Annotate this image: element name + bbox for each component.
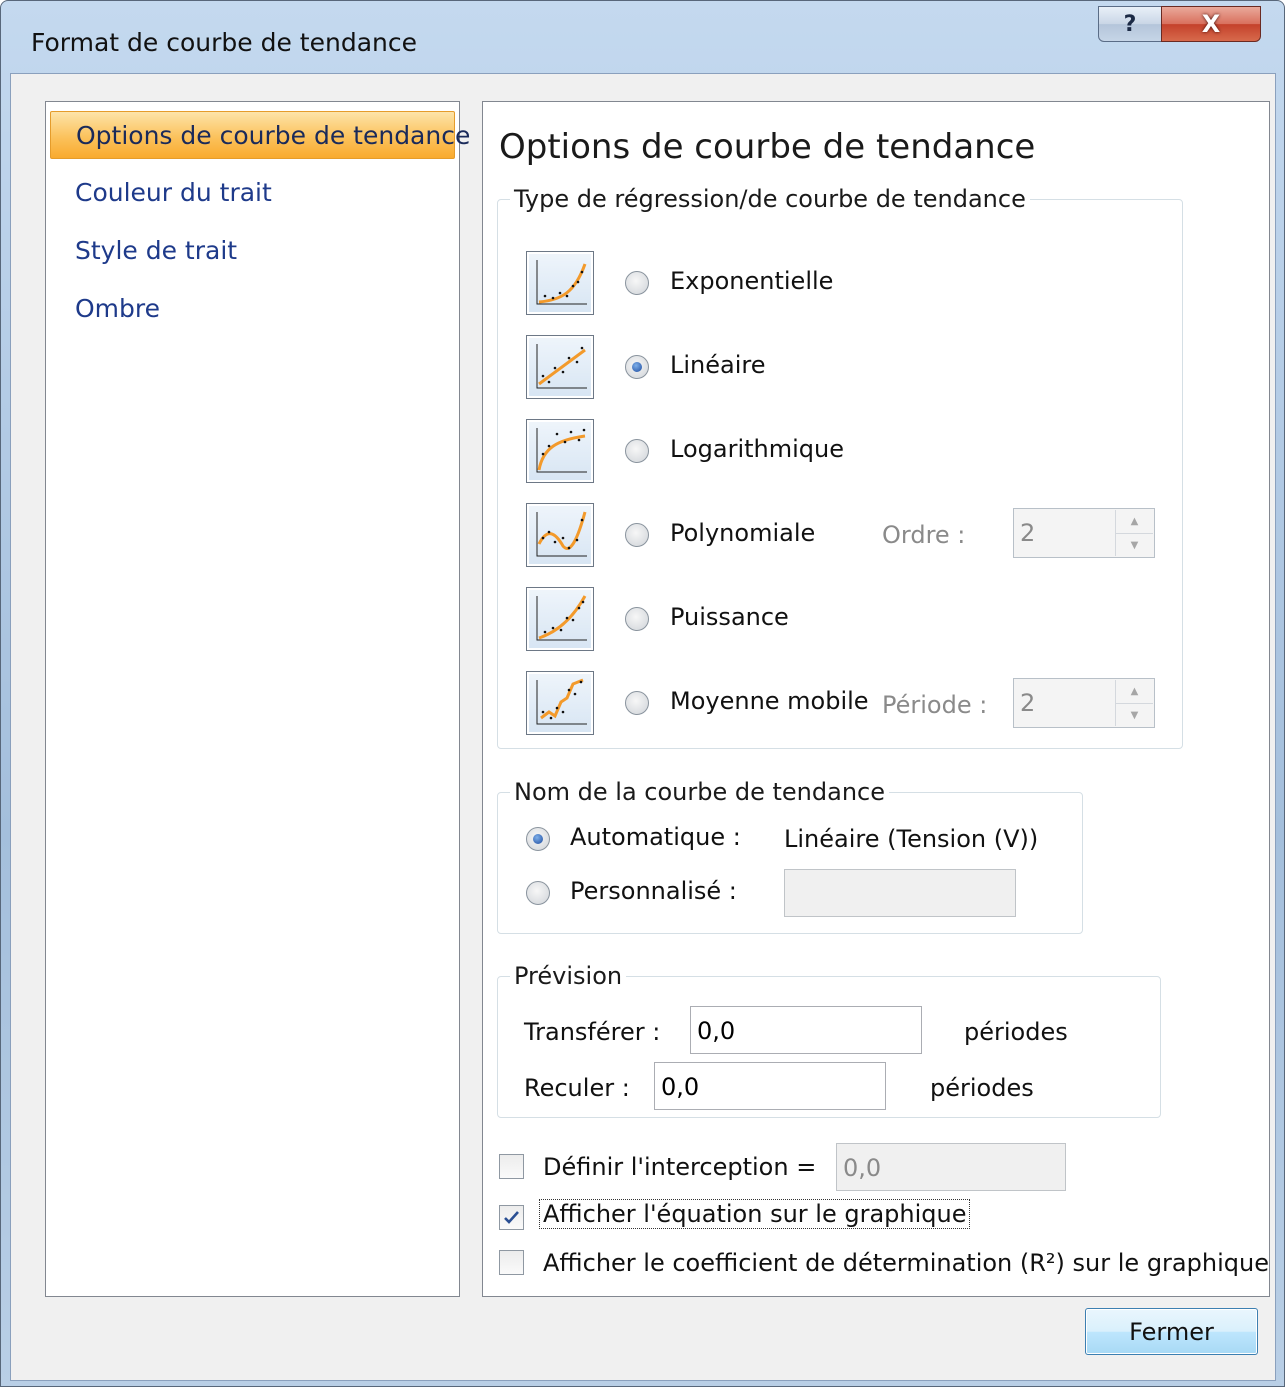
regression-type-group: Type de régression/de courbe de tendance… [497,185,1183,749]
automatic-name-value: Linéaire (Tension (V)) [784,825,1039,853]
polynomial-trend-icon [526,503,594,567]
close-icon: X [1201,10,1221,38]
period-stepper[interactable]: 2 ▲ ▼ [1013,678,1155,728]
check-icon [504,1211,519,1224]
order-stepper[interactable]: 2 ▲ ▼ [1013,508,1155,558]
option-label: Puissance [670,603,789,631]
regression-option-linear[interactable]: Linéaire [526,335,1166,399]
backward-unit: périodes [930,1074,1034,1102]
display-equation-label[interactable]: Afficher l'équation sur le graphique [539,1199,971,1229]
spin-down-icon[interactable]: ▼ [1116,703,1153,726]
display-equation-checkbox[interactable] [499,1205,524,1230]
power-trend-icon [526,587,594,651]
nav-item-label: Options de courbe de tendance [76,121,471,150]
nav-item-label: Ombre [75,294,161,323]
custom-name-input[interactable] [784,869,1016,917]
custom-label: Personnalisé : [570,877,737,905]
display-r2-label: Afficher le coefficient de détermination… [543,1249,1269,1277]
nav-item-line-color[interactable]: Couleur du trait [50,169,455,217]
nav-item-label: Couleur du trait [75,178,272,207]
forward-label: Transférer : [524,1018,661,1046]
dialog-window: Format de courbe de tendance ? X Options… [0,0,1285,1387]
automatic-name-radio[interactable] [526,827,550,851]
page-title: Options de courbe de tendance [499,127,1036,167]
backward-label: Reculer : [524,1074,630,1102]
group-title: Prévision [514,962,623,990]
period-value: 2 [1020,689,1036,717]
nav-item-label: Style de trait [75,236,238,265]
moving-average-icon [526,671,594,735]
regression-option-logarithmic[interactable]: Logarithmique [526,419,1166,483]
period-label: Période : [882,691,988,719]
window-title: Format de courbe de tendance [31,28,417,57]
radio-button[interactable] [625,607,649,631]
display-r2-checkbox[interactable] [499,1250,524,1275]
radio-button[interactable] [625,271,649,295]
custom-name-radio[interactable] [526,881,550,905]
option-label: Moyenne mobile [670,687,869,715]
automatic-label: Automatique : [570,823,741,851]
radio-button[interactable] [625,523,649,547]
spin-up-icon[interactable]: ▲ [1116,510,1153,533]
order-label: Ordre : [882,521,966,549]
backward-periods-input[interactable]: 0,0 [654,1062,886,1110]
help-button[interactable]: ? [1098,6,1162,42]
nav-item-line-style[interactable]: Style de trait [50,227,455,275]
nav-item-trendline-options[interactable]: Options de courbe de tendance [50,111,470,159]
radio-button[interactable] [625,691,649,715]
regression-option-power[interactable]: Puissance [526,587,1166,651]
logarithmic-trend-icon [526,419,594,483]
category-list: Options de courbe de tendance Couleur du… [45,101,470,1297]
radio-button[interactable] [625,439,649,463]
order-value: 2 [1020,519,1036,547]
help-icon: ? [1123,11,1137,37]
regression-option-polynomial[interactable]: Polynomiale Ordre : 2 ▲ ▼ [526,503,1166,567]
intercept-input[interactable]: 0,0 [836,1143,1066,1191]
linear-trend-icon [526,335,594,399]
radio-button[interactable] [625,355,649,379]
close-button-label: Fermer [1129,1317,1214,1346]
set-intercept-label: Définir l'interception = [543,1153,817,1181]
exponential-trend-icon [526,251,594,315]
trendline-name-group: Nom de la courbe de tendance Automatique… [497,778,1083,934]
option-label: Logarithmique [670,435,844,463]
dialog-client-area: Options de courbe de tendance Couleur du… [10,73,1276,1381]
options-panel: Options de courbe de tendance Type de ré… [482,101,1270,1297]
close-window-button[interactable]: X [1161,6,1261,42]
option-label: Polynomiale [670,519,816,547]
forward-periods-input[interactable]: 0,0 [690,1006,922,1054]
set-intercept-checkbox[interactable] [499,1154,524,1179]
nav-item-shadow[interactable]: Ombre [50,285,455,333]
group-title: Type de régression/de courbe de tendance [514,185,1026,213]
forward-unit: périodes [964,1018,1068,1046]
group-title: Nom de la courbe de tendance [514,778,885,806]
option-label: Linéaire [670,351,766,379]
spin-up-icon[interactable]: ▲ [1116,680,1153,703]
spin-down-icon[interactable]: ▼ [1116,533,1153,556]
forecast-group: Prévision Transférer : 0,0 périodes Recu… [497,962,1161,1118]
close-button[interactable]: Fermer [1085,1308,1258,1355]
regression-option-exponential[interactable]: Exponentielle [526,251,1166,315]
regression-option-moving-average[interactable]: Moyenne mobile Période : 2 ▲ ▼ [526,671,1166,735]
option-label: Exponentielle [670,267,834,295]
